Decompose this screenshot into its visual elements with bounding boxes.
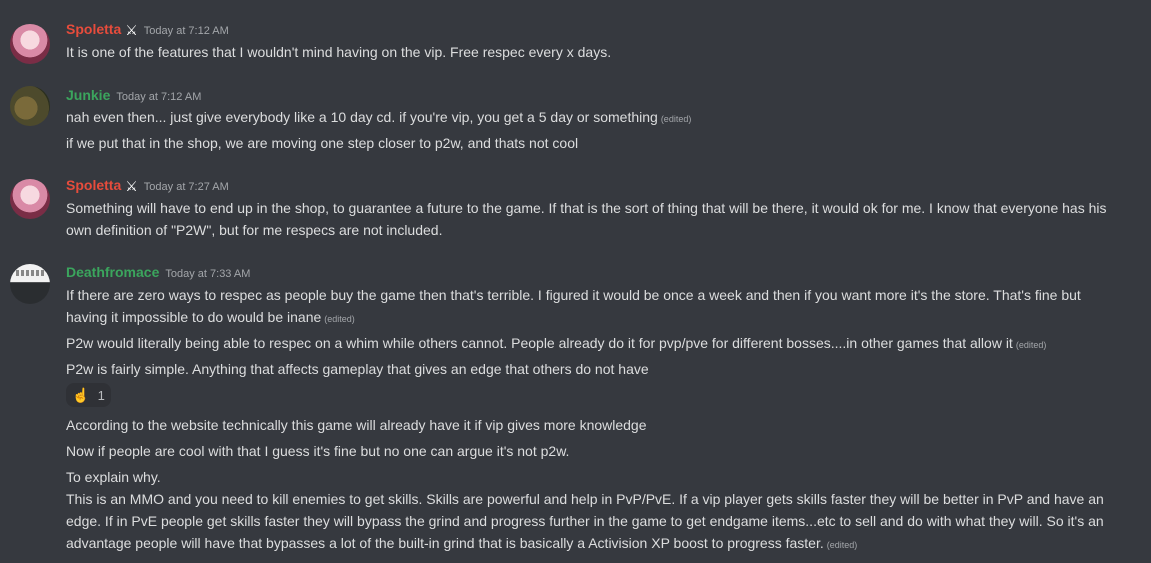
message-header: Spoletta ⚔ Today at 7:27 AM: [66, 177, 229, 195]
message-text: If there are zero ways to respec as peop…: [66, 284, 1123, 330]
avatar[interactable]: [10, 86, 50, 126]
message-content: Now if people are cool with that I guess…: [66, 443, 570, 459]
avatar[interactable]: [10, 179, 50, 219]
message-text: To explain why.: [66, 466, 1123, 488]
message-header: Spoletta ⚔ Today at 7:12 AM: [66, 21, 229, 39]
timestamp[interactable]: Today at 7:12 AM: [144, 25, 229, 37]
crossed-swords-icon: ⚔: [125, 22, 138, 38]
message-content: P2w is fairly simple. Anything that affe…: [66, 361, 649, 377]
message-header: Junkie Today at 7:12 AM: [66, 87, 201, 105]
message-content: It is one of the features that I wouldn'…: [66, 44, 612, 60]
message-text: Now if people are cool with that I guess…: [66, 440, 1123, 462]
reaction-count: 1: [97, 387, 105, 403]
reaction-button[interactable]: ☝️ 1: [66, 383, 111, 407]
timestamp[interactable]: Today at 7:27 AM: [144, 181, 229, 193]
message-content: if we put that in the shop, we are movin…: [66, 135, 579, 151]
message-text: P2w would literally being able to respec…: [66, 332, 1123, 356]
timestamp[interactable]: Today at 7:33 AM: [165, 268, 250, 280]
chat-messages: Spoletta ⚔ Today at 7:12 AM It is one of…: [0, 0, 1151, 563]
message-content: This is an MMO and you need to kill enem…: [66, 491, 1104, 551]
crossed-swords-icon: ⚔: [125, 178, 138, 194]
timestamp[interactable]: Today at 7:12 AM: [116, 91, 201, 103]
message-text: nah even then... just give everybody lik…: [66, 106, 1123, 130]
pointing-up-emoji-icon: ☝️: [72, 386, 90, 403]
message-content: nah even then... just give everybody lik…: [66, 109, 658, 125]
message-content: If there are zero ways to respec as peop…: [66, 287, 1081, 325]
message-content: According to the website technically thi…: [66, 417, 647, 433]
username[interactable]: Spoletta: [66, 177, 121, 193]
edited-label: (edited): [1015, 340, 1047, 350]
avatar[interactable]: [10, 24, 50, 64]
message-content: To explain why.: [66, 469, 161, 485]
message-text: According to the website technically thi…: [66, 414, 1123, 436]
username[interactable]: Deathfromace: [66, 264, 159, 280]
edited-label: (edited): [660, 114, 692, 124]
message-text: It is one of the features that I wouldn'…: [66, 41, 1123, 63]
username[interactable]: Spoletta: [66, 21, 121, 37]
message-content: Something will have to end up in the sho…: [66, 200, 1107, 238]
message-text: This is an MMO and you need to kill enem…: [66, 488, 1123, 556]
message-header: Deathfromace Today at 7:33 AM: [66, 264, 250, 282]
message-text: if we put that in the shop, we are movin…: [66, 132, 1123, 154]
username[interactable]: Junkie: [66, 87, 110, 103]
message-content: P2w would literally being able to respec…: [66, 335, 1013, 351]
avatar[interactable]: [10, 264, 50, 304]
message-text: Something will have to end up in the sho…: [66, 197, 1123, 241]
message-text: P2w is fairly simple. Anything that affe…: [66, 358, 1123, 380]
edited-label: (edited): [826, 540, 858, 550]
edited-label: (edited): [324, 314, 355, 324]
